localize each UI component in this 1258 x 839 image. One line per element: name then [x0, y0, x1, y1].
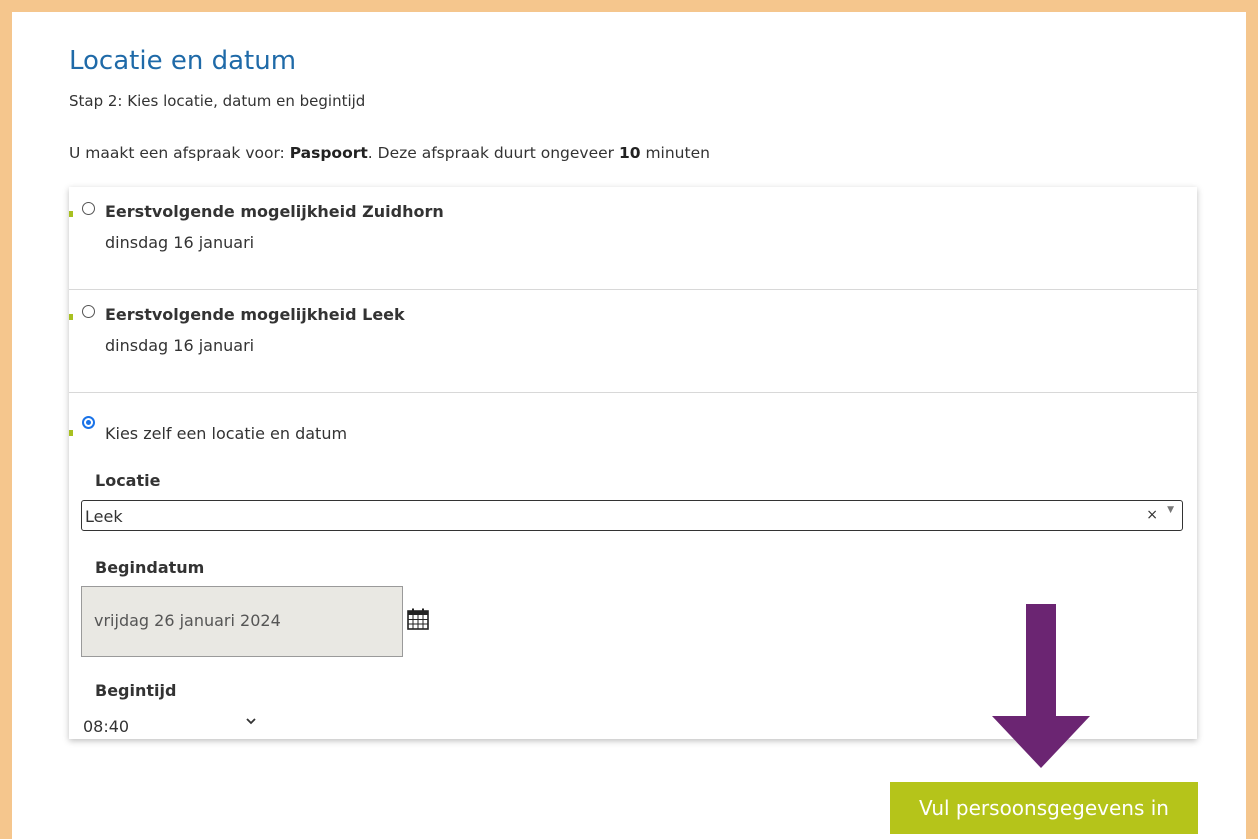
intro-middle: . Deze afspraak duurt ongeveer — [367, 144, 619, 162]
intro-duration: 10 — [618, 144, 641, 162]
start-date-value: vrijdag 26 januari 2024 — [94, 611, 281, 630]
start-date-label: Begindatum — [95, 558, 205, 577]
start-time-select[interactable]: 08:40 — [83, 717, 129, 736]
radio-zuidhorn[interactable] — [82, 202, 95, 215]
start-date-input[interactable]: vrijdag 26 januari 2024 — [81, 586, 403, 657]
option-title: Eerstvolgende mogelijkheid Leek — [105, 305, 405, 324]
page-frame: Locatie en datum Stap 2: Kies locatie, d… — [12, 12, 1246, 839]
option-leek[interactable]: Eerstvolgende mogelijkheid Leek dinsdag … — [69, 290, 1197, 393]
option-marker — [69, 430, 73, 436]
clear-icon[interactable]: × — [1146, 507, 1158, 523]
location-label: Locatie — [95, 471, 161, 490]
arrow-down-icon — [992, 604, 1090, 768]
option-marker — [69, 314, 73, 320]
location-select[interactable]: Leek × ▼ — [81, 500, 1183, 531]
chevron-down-icon[interactable] — [245, 715, 257, 727]
location-value: Leek — [85, 507, 123, 526]
start-time-label: Begintijd — [95, 681, 177, 700]
intro-suffix: minuten — [640, 144, 710, 162]
option-date: dinsdag 16 januari — [105, 336, 255, 355]
option-choose-self-label[interactable]: Kies zelf een locatie en datum — [105, 424, 347, 443]
intro-product: Paspoort — [289, 144, 368, 162]
option-marker — [69, 211, 73, 217]
step-subtitle: Stap 2: Kies locatie, datum en begintijd — [69, 92, 366, 110]
next-step-button[interactable]: Vul persoonsgegevens in — [890, 782, 1198, 834]
option-date: dinsdag 16 januari — [105, 233, 255, 252]
intro-prefix: U maakt een afspraak voor: — [69, 144, 290, 162]
radio-choose-self[interactable] — [82, 416, 95, 429]
caret-down-icon[interactable]: ▼ — [1167, 505, 1174, 515]
calendar-icon[interactable] — [407, 608, 429, 630]
option-title: Eerstvolgende mogelijkheid Zuidhorn — [105, 202, 444, 221]
appointment-intro: U maakt een afspraak voor: Paspoort. Dez… — [69, 144, 710, 162]
option-zuidhorn[interactable]: Eerstvolgende mogelijkheid Zuidhorn dins… — [69, 187, 1197, 290]
page-title: Locatie en datum — [69, 46, 297, 76]
radio-leek[interactable] — [82, 305, 95, 318]
